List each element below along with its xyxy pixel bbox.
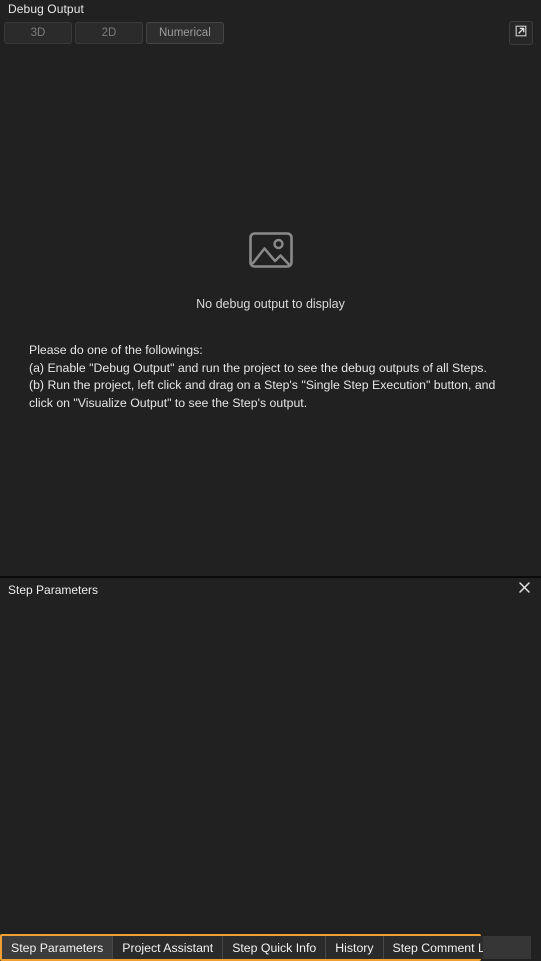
instructions-line-0: Please do one of the followings: [29,343,203,357]
close-panel-button[interactable] [515,581,533,599]
instructions-line-1: (a) Enable "Debug Output" and run the pr… [29,360,487,375]
close-icon [518,581,531,599]
debug-output-panel: Debug Output 3D 2D Numerical No debug ou… [0,0,541,578]
page-title: Debug Output [8,2,84,16]
view-mode-2d-button[interactable]: 2D [75,22,143,44]
tab-bar-tail-rest [531,934,541,961]
step-parameters-panel: Step Parameters [0,578,541,934]
empty-state-message: No debug output to display [196,297,345,311]
step-parameters-title-bar: Step Parameters [0,578,541,602]
bottom-tab-bar: Step Parameters Project Assistant Step Q… [0,934,541,961]
tab-bar-tail [481,934,541,961]
view-mode-3d-button[interactable]: 3D [4,22,72,44]
debug-output-window: Debug Output 3D 2D Numerical No debug ou… [0,0,541,961]
debug-output-title-bar: Debug Output [0,0,541,18]
tab-group: Step Parameters Project Assistant Step Q… [0,934,508,961]
image-placeholder-icon [248,230,294,279]
debug-output-toolbar: 3D 2D Numerical [0,18,541,48]
step-parameters-content [0,602,541,934]
tab-history[interactable]: History [326,936,384,959]
view-mode-numerical-button[interactable]: Numerical [146,22,224,44]
tab-project-assistant[interactable]: Project Assistant [113,936,224,959]
instructions-block: Please do one of the followings: (a) Ena… [29,342,517,412]
tab-step-parameters[interactable]: Step Parameters [2,936,114,959]
tab-step-quick-info[interactable]: Step Quick Info [223,936,327,959]
empty-state: No debug output to display [0,230,541,311]
tab-bar-tail-block [483,936,531,959]
debug-output-canvas: No debug output to display Please do one… [0,48,541,576]
instructions-line-2: (b) Run the project, left click and drag… [29,378,496,410]
view-mode-button-group: 3D 2D Numerical [4,22,224,44]
step-parameters-title: Step Parameters [8,583,99,597]
external-link-icon [514,24,528,43]
popout-button[interactable] [509,21,533,45]
